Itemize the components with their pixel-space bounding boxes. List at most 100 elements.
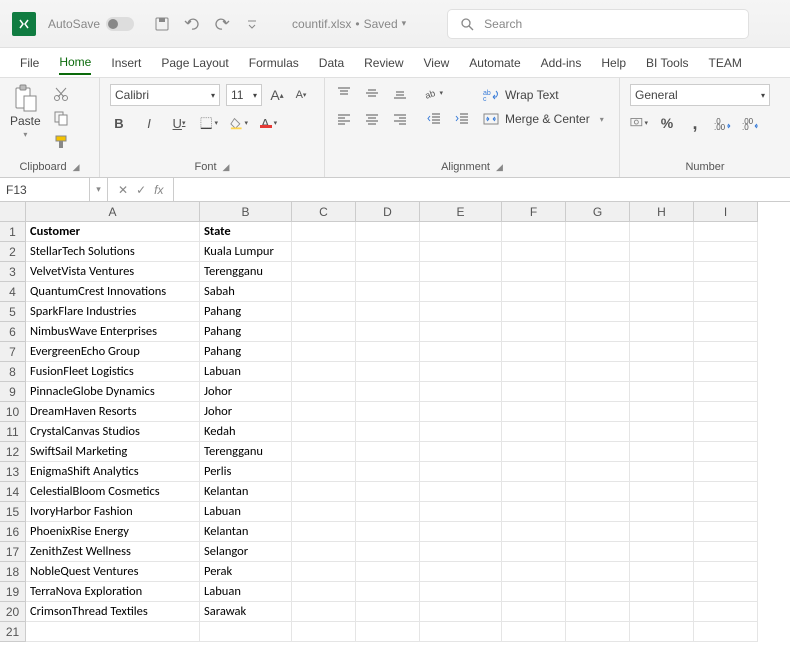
cell-H10[interactable] — [630, 402, 694, 422]
cell-A16[interactable]: PhoenixRise Energy — [26, 522, 200, 542]
cell-A13[interactable]: EnigmaShift Analytics — [26, 462, 200, 482]
cell-B14[interactable]: Kelantan — [200, 482, 292, 502]
cell-I6[interactable] — [694, 322, 758, 342]
fill-color-icon[interactable]: ▾ — [230, 114, 248, 132]
cell-E9[interactable] — [420, 382, 502, 402]
cell-I1[interactable] — [694, 222, 758, 242]
row-header-1[interactable]: 1 — [0, 222, 26, 242]
cell-H7[interactable] — [630, 342, 694, 362]
redo-icon[interactable] — [214, 16, 230, 32]
cell-I17[interactable] — [694, 542, 758, 562]
cell-C12[interactable] — [292, 442, 356, 462]
cell-E14[interactable] — [420, 482, 502, 502]
column-header-D[interactable]: D — [356, 202, 420, 222]
filename-group[interactable]: countif.xlsx • Saved ▾ — [292, 17, 406, 31]
cell-H20[interactable] — [630, 602, 694, 622]
cell-I13[interactable] — [694, 462, 758, 482]
cell-D16[interactable] — [356, 522, 420, 542]
cell-F7[interactable] — [502, 342, 566, 362]
chevron-down-icon[interactable]: ▾ — [23, 130, 27, 139]
cell-G6[interactable] — [566, 322, 630, 342]
cell-H12[interactable] — [630, 442, 694, 462]
row-header-13[interactable]: 13 — [0, 462, 26, 482]
name-box-dropdown-icon[interactable]: ▾ — [90, 178, 108, 201]
cell-A10[interactable]: DreamHaven Resorts — [26, 402, 200, 422]
cell-A6[interactable]: NimbusWave Enterprises — [26, 322, 200, 342]
row-header-21[interactable]: 21 — [0, 622, 26, 642]
cell-E3[interactable] — [420, 262, 502, 282]
cell-H18[interactable] — [630, 562, 694, 582]
cell-F20[interactable] — [502, 602, 566, 622]
row-header-8[interactable]: 8 — [0, 362, 26, 382]
row-header-2[interactable]: 2 — [0, 242, 26, 262]
name-box[interactable]: F13 — [0, 178, 90, 201]
cell-I2[interactable] — [694, 242, 758, 262]
cell-C15[interactable] — [292, 502, 356, 522]
cell-B11[interactable]: Kedah — [200, 422, 292, 442]
cell-E5[interactable] — [420, 302, 502, 322]
accounting-format-icon[interactable]: ▾ — [630, 114, 648, 132]
cell-D19[interactable] — [356, 582, 420, 602]
cell-I8[interactable] — [694, 362, 758, 382]
cell-A3[interactable]: VelvetVista Ventures — [26, 262, 200, 282]
cell-G14[interactable] — [566, 482, 630, 502]
cell-G2[interactable] — [566, 242, 630, 262]
cell-B7[interactable]: Pahang — [200, 342, 292, 362]
merge-center-button[interactable]: Merge & Center ▾ — [483, 112, 604, 126]
menu-item-view[interactable]: View — [424, 52, 450, 74]
align-bottom-icon[interactable] — [391, 84, 409, 102]
cell-C5[interactable] — [292, 302, 356, 322]
align-top-icon[interactable] — [335, 84, 353, 102]
cell-A18[interactable]: NobleQuest Ventures — [26, 562, 200, 582]
row-header-4[interactable]: 4 — [0, 282, 26, 302]
number-format-dropdown[interactable]: General▾ — [630, 84, 770, 106]
cell-G15[interactable] — [566, 502, 630, 522]
cell-I11[interactable] — [694, 422, 758, 442]
cell-B17[interactable]: Selangor — [200, 542, 292, 562]
cell-H11[interactable] — [630, 422, 694, 442]
cell-A5[interactable]: SparkFlare Industries — [26, 302, 200, 322]
row-header-12[interactable]: 12 — [0, 442, 26, 462]
menu-item-review[interactable]: Review — [364, 52, 403, 74]
underline-button[interactable]: U▾ — [170, 114, 188, 132]
cell-E15[interactable] — [420, 502, 502, 522]
cell-A1[interactable]: Customer — [26, 222, 200, 242]
cell-B5[interactable]: Pahang — [200, 302, 292, 322]
decrease-indent-icon[interactable] — [425, 110, 443, 128]
cell-G7[interactable] — [566, 342, 630, 362]
font-color-icon[interactable]: A▾ — [260, 114, 278, 132]
cell-E1[interactable] — [420, 222, 502, 242]
cell-D1[interactable] — [356, 222, 420, 242]
cell-F14[interactable] — [502, 482, 566, 502]
cell-F5[interactable] — [502, 302, 566, 322]
cell-A4[interactable]: QuantumCrest Innovations — [26, 282, 200, 302]
cell-B1[interactable]: State — [200, 222, 292, 242]
decrease-decimal-icon[interactable]: .00.0 — [742, 114, 760, 132]
increase-font-icon[interactable]: A▴ — [268, 86, 286, 104]
cell-F19[interactable] — [502, 582, 566, 602]
cell-B3[interactable]: Terengganu — [200, 262, 292, 282]
dialog-launcher-icon[interactable]: ◢ — [496, 162, 503, 173]
paste-label[interactable]: Paste — [10, 114, 41, 128]
cell-H5[interactable] — [630, 302, 694, 322]
cell-D18[interactable] — [356, 562, 420, 582]
menu-item-home[interactable]: Home — [59, 51, 91, 75]
column-header-I[interactable]: I — [694, 202, 758, 222]
column-header-E[interactable]: E — [420, 202, 502, 222]
bold-button[interactable]: B — [110, 114, 128, 132]
cell-I9[interactable] — [694, 382, 758, 402]
cell-I3[interactable] — [694, 262, 758, 282]
cell-D4[interactable] — [356, 282, 420, 302]
column-header-H[interactable]: H — [630, 202, 694, 222]
save-icon[interactable] — [154, 16, 170, 32]
cell-E21[interactable] — [420, 622, 502, 642]
cell-G16[interactable] — [566, 522, 630, 542]
cell-D21[interactable] — [356, 622, 420, 642]
cell-G18[interactable] — [566, 562, 630, 582]
cell-F3[interactable] — [502, 262, 566, 282]
cell-B15[interactable]: Labuan — [200, 502, 292, 522]
cell-C11[interactable] — [292, 422, 356, 442]
cell-G13[interactable] — [566, 462, 630, 482]
cell-B12[interactable]: Terengganu — [200, 442, 292, 462]
decrease-font-icon[interactable]: A▾ — [292, 86, 310, 104]
